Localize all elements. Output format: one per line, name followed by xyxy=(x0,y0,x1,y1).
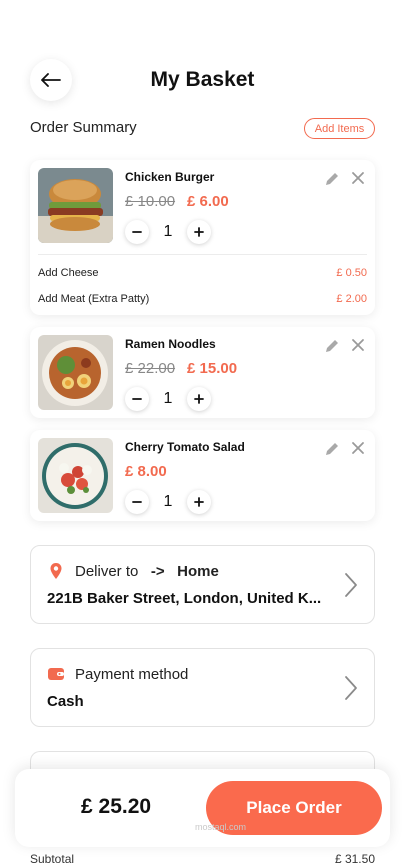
watermark: mostaql.com xyxy=(195,822,247,832)
close-icon[interactable] xyxy=(350,440,366,456)
divider xyxy=(38,254,367,255)
chevron-right-icon xyxy=(345,573,357,597)
quantity-value: 1 xyxy=(163,493,173,510)
decrease-button[interactable] xyxy=(125,490,149,514)
decrease-button[interactable] xyxy=(125,220,149,244)
plus-icon xyxy=(194,394,204,404)
minus-icon xyxy=(132,231,142,233)
addon-price: £ 0.50 xyxy=(336,267,367,279)
order-total: £ 25.20 xyxy=(81,795,152,818)
item-image-ramen xyxy=(38,335,113,410)
item-name: Cherry Tomato Salad xyxy=(125,440,245,454)
plus-icon xyxy=(194,227,204,237)
quantity-stepper: 1 xyxy=(125,387,211,411)
basket-item-card: Cherry Tomato Salad £ 8.00 1 xyxy=(30,430,375,521)
quantity-value: 1 xyxy=(163,390,173,407)
addon-row: Add Meat (Extra Patty) £ 2.00 xyxy=(38,293,367,309)
close-icon[interactable] xyxy=(350,337,366,353)
subtotal-label: Subtotal xyxy=(30,852,75,864)
minus-icon xyxy=(132,398,142,400)
item-price: £ 15.00 xyxy=(187,360,238,377)
payment-method-selector[interactable]: Payment method Cash xyxy=(30,648,375,727)
close-icon[interactable] xyxy=(350,170,366,186)
item-name: Chicken Burger xyxy=(125,170,215,184)
increase-button[interactable] xyxy=(187,220,211,244)
decrease-button[interactable] xyxy=(125,387,149,411)
delivery-place: Home xyxy=(177,563,219,580)
delivery-address: 221B Baker Street, London, United K... xyxy=(47,590,322,607)
basket-item-card: Chicken Burger £ 10.00 £ 6.00 1 Add Chee… xyxy=(30,160,375,315)
quantity-stepper: 1 xyxy=(125,490,211,514)
increase-button[interactable] xyxy=(187,490,211,514)
item-image-burger xyxy=(38,168,113,243)
minus-icon xyxy=(132,501,142,503)
item-old-price: £ 22.00 xyxy=(125,360,176,377)
delivery-title: Deliver to -> Home xyxy=(75,563,219,580)
basket-screen: My Basket Order Summary Add Items Chicke… xyxy=(0,0,405,864)
plus-icon xyxy=(194,497,204,507)
map-pin-icon xyxy=(50,563,62,579)
increase-button[interactable] xyxy=(187,387,211,411)
item-price: £ 8.00 xyxy=(125,463,167,480)
chevron-right-icon xyxy=(345,676,357,700)
addon-price: £ 2.00 xyxy=(336,293,367,305)
addon-name: Add Cheese xyxy=(38,267,99,279)
basket-item-card: Ramen Noodles £ 22.00 £ 15.00 1 xyxy=(30,327,375,418)
quantity-stepper: 1 xyxy=(125,220,211,244)
delivery-label: Deliver to xyxy=(75,563,139,580)
item-old-price: £ 10.00 xyxy=(125,193,176,210)
quantity-value: 1 xyxy=(163,223,173,240)
pencil-icon[interactable] xyxy=(323,170,341,188)
checkout-bar: £ 25.20 Place Order mostaql.com xyxy=(15,769,390,847)
addon-name: Add Meat (Extra Patty) xyxy=(38,293,150,305)
pencil-icon[interactable] xyxy=(323,440,341,458)
order-summary-label: Order Summary xyxy=(30,119,137,136)
delivery-address-selector[interactable]: Deliver to -> Home 221B Baker Street, Lo… xyxy=(30,545,375,624)
page-title: My Basket xyxy=(150,68,255,91)
delivery-arrow: -> xyxy=(150,563,165,580)
pencil-icon[interactable] xyxy=(323,337,341,355)
add-items-button[interactable]: Add Items xyxy=(304,118,375,139)
item-price: £ 6.00 xyxy=(187,193,229,210)
item-name: Ramen Noodles xyxy=(125,337,216,351)
subtotal-value: £ 31.50 xyxy=(334,852,375,864)
addon-row: Add Cheese £ 0.50 xyxy=(38,267,367,283)
wallet-icon xyxy=(48,668,64,680)
item-image-salad xyxy=(38,438,113,513)
payment-label: Payment method xyxy=(75,666,189,683)
payment-value: Cash xyxy=(47,693,84,710)
